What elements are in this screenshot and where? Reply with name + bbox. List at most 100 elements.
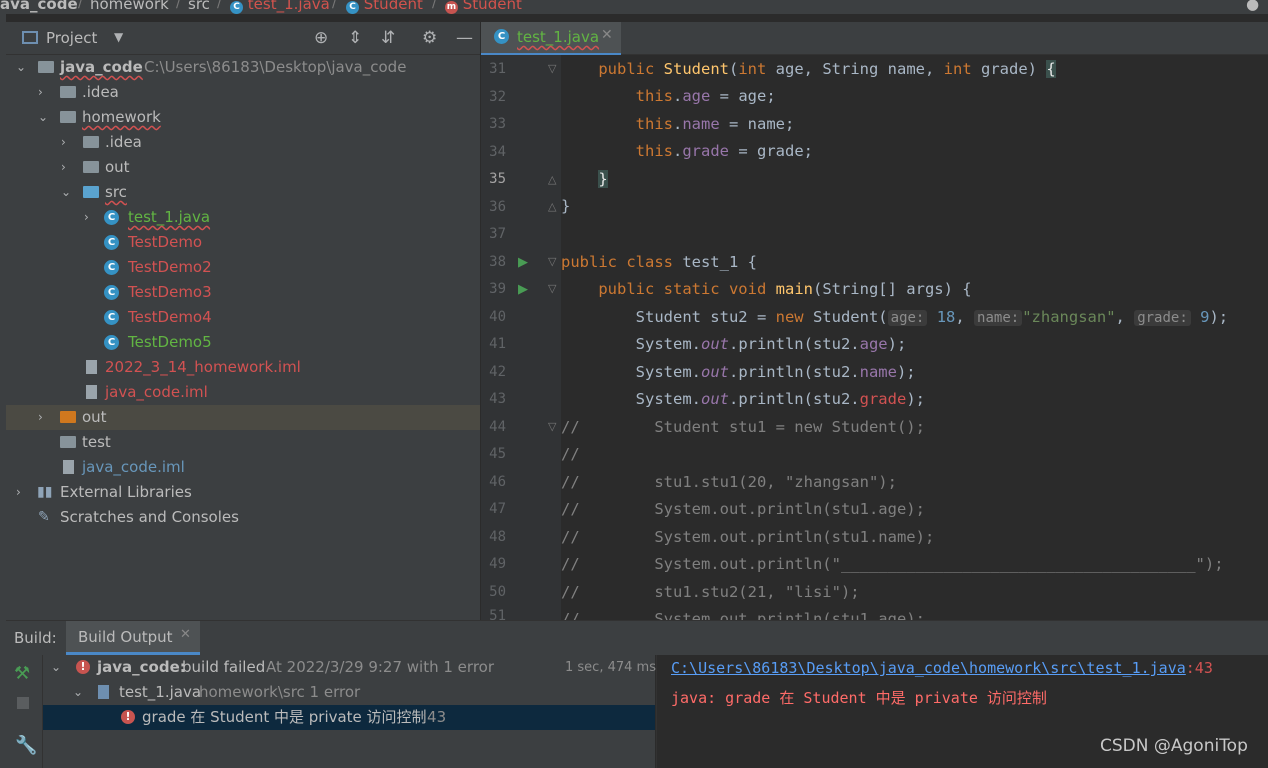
- tree-item-testdemo2[interactable]: C TestDemo2: [6, 255, 480, 280]
- code-line: }: [561, 193, 570, 220]
- code-token: this: [635, 115, 673, 133]
- folder-icon: [60, 111, 76, 123]
- breadcrumb-project[interactable]: ava_code: [0, 0, 78, 13]
- tree-item-root-iml[interactable]: java_code.iml: [6, 455, 480, 480]
- chevron-right-icon[interactable]: ›: [61, 155, 66, 180]
- tree-item-idea[interactable]: › .idea: [6, 80, 480, 105]
- build-detail: At 2022/3/29 9:27 with 1 error: [266, 658, 494, 676]
- build-panel-header: Build: Build Output ✕: [6, 620, 1268, 655]
- module-file-icon: [63, 460, 74, 474]
- line-number: 32: [489, 89, 506, 105]
- chevron-down-icon[interactable]: ⌄: [51, 655, 61, 680]
- line-number: 31: [489, 61, 506, 77]
- java-file-icon: [98, 685, 109, 699]
- fold-icon[interactable]: ▽: [548, 420, 556, 433]
- error-icon: !: [76, 660, 90, 674]
- chevron-down-icon[interactable]: ⌄: [73, 680, 83, 705]
- tree-item-java-code[interactable]: ⌄ java_code C:\Users\86183\Desktop\java_…: [6, 55, 480, 80]
- gear-icon[interactable]: ⚙: [422, 28, 437, 48]
- tree-item-homework[interactable]: ⌄ homework: [6, 105, 480, 130]
- breadcrumb-separator: /: [78, 0, 83, 11]
- close-icon[interactable]: ✕: [601, 27, 613, 43]
- project-tree: ⌄ java_code C:\Users\86183\Desktop\java_…: [6, 55, 480, 620]
- breadcrumb: ava_code / homework / src / C test_1.jav…: [0, 0, 1268, 14]
- breadcrumb-homework[interactable]: homework: [90, 0, 169, 13]
- tab-test-1-java[interactable]: C test_1.java ✕: [481, 22, 621, 56]
- wrench-icon[interactable]: 🔧: [15, 735, 37, 756]
- code-token: test_1 {: [672, 253, 757, 271]
- code-token: age: [682, 87, 711, 105]
- hide-icon[interactable]: —: [456, 28, 473, 48]
- tree-item-label: java_code.iml: [82, 458, 185, 476]
- fold-icon[interactable]: △: [548, 200, 556, 213]
- folder-icon: [83, 136, 99, 148]
- run-icon[interactable]: ▶: [518, 282, 528, 297]
- tree-item-test[interactable]: test: [6, 430, 480, 455]
- chevron-right-icon[interactable]: ›: [38, 405, 43, 430]
- fold-icon[interactable]: ▽: [548, 62, 556, 75]
- run-icon[interactable]: ▶: [518, 255, 528, 270]
- line-number: 46: [489, 474, 506, 490]
- output-path-link[interactable]: C:\Users\86183\Desktop\java_code\homewor…: [671, 659, 1186, 677]
- hammer-icon[interactable]: ⚒: [14, 663, 30, 684]
- fold-icon[interactable]: △: [548, 173, 556, 186]
- tree-item-testdemo5[interactable]: C TestDemo5: [6, 330, 480, 355]
- code-token: = grade;: [729, 142, 813, 160]
- tree-item-testdemo3[interactable]: C TestDemo3: [6, 280, 480, 305]
- build-file-name: test_1.java: [119, 683, 202, 701]
- tree-item-label: External Libraries: [60, 483, 192, 501]
- breadcrumb-class[interactable]: C Student: [346, 0, 423, 14]
- code-token: name: [859, 363, 897, 381]
- expand-all-icon[interactable]: ⇕: [348, 28, 362, 48]
- tree-item-java-code-iml[interactable]: java_code.iml: [6, 380, 480, 405]
- tab-build-output[interactable]: Build Output ✕: [66, 621, 200, 655]
- tree-item-testdemo[interactable]: C TestDemo: [6, 230, 480, 255]
- project-panel-header: Project ▼ ⊕ ⇕ ⇵ ⚙ —: [6, 22, 480, 55]
- tree-item-out[interactable]: › out: [6, 155, 480, 180]
- build-status: build failed: [182, 658, 266, 676]
- build-file-row[interactable]: ⌄ test_1.java homework\src 1 error: [43, 680, 655, 705]
- tree-item-label: Scratches and Consoles: [60, 508, 239, 526]
- breadcrumb-src[interactable]: src: [188, 0, 210, 13]
- tree-item-label: out: [82, 408, 107, 426]
- tree-item-scratches[interactable]: ✎ Scratches and Consoles: [6, 505, 480, 530]
- line-number: 45: [489, 446, 506, 462]
- line-number: 36: [489, 199, 506, 215]
- param-hint: grade:: [1134, 310, 1191, 326]
- tree-item-src[interactable]: ⌄ src: [6, 180, 480, 205]
- tree-item-out-root[interactable]: › out: [6, 405, 480, 430]
- stop-icon[interactable]: [17, 697, 29, 709]
- chevron-right-icon[interactable]: ›: [16, 480, 21, 505]
- collapse-all-icon[interactable]: ⇵: [381, 28, 395, 48]
- chevron-right-icon[interactable]: ›: [38, 80, 43, 105]
- breadcrumb-file[interactable]: C test_1.java: [230, 0, 330, 14]
- line-number: 37: [489, 226, 506, 242]
- line-number: 39: [489, 281, 506, 297]
- code-editor[interactable]: public Student(int age, String name, int…: [561, 55, 1268, 620]
- build-error-row[interactable]: ! grade 在 Student 中是 private 访问控制 :43: [43, 705, 655, 730]
- code-line: public static void main(String[] args) {: [561, 276, 971, 303]
- close-icon[interactable]: ✕: [180, 627, 191, 642]
- fold-icon[interactable]: ▽: [548, 282, 556, 295]
- breadcrumb-method[interactable]: m Student: [445, 0, 522, 14]
- code-line: public class test_1 {: [561, 249, 757, 276]
- chevron-down-icon[interactable]: ⌄: [16, 55, 26, 80]
- user-icon[interactable]: ●: [1246, 0, 1259, 13]
- tree-item-homework-iml[interactable]: 2022_3_14_homework.iml: [6, 355, 480, 380]
- tree-item-label: TestDemo5: [128, 333, 212, 351]
- build-error-message: grade 在 Student 中是 private 访问控制: [142, 708, 427, 726]
- tree-item-testdemo4[interactable]: C TestDemo4: [6, 305, 480, 330]
- tree-item-idea[interactable]: › .idea: [6, 130, 480, 155]
- fold-icon[interactable]: ▽: [548, 255, 556, 268]
- scratches-icon: ✎: [38, 509, 50, 525]
- project-panel-title[interactable]: Project: [46, 29, 97, 47]
- chevron-right-icon[interactable]: ›: [61, 130, 66, 155]
- tree-item-external-libraries[interactable]: › ▮▮ External Libraries: [6, 480, 480, 505]
- chevron-down-icon[interactable]: ⌄: [38, 105, 48, 130]
- tree-item-test-1-java[interactable]: › C test_1.java: [6, 205, 480, 230]
- chevron-right-icon[interactable]: ›: [84, 205, 89, 230]
- chevron-down-icon[interactable]: ⌄: [61, 180, 71, 205]
- chevron-down-icon[interactable]: ▼: [114, 30, 123, 44]
- locate-icon[interactable]: ⊕: [314, 28, 328, 48]
- build-result-row[interactable]: ⌄ ! java_code: build failed At 2022/3/29…: [43, 655, 656, 680]
